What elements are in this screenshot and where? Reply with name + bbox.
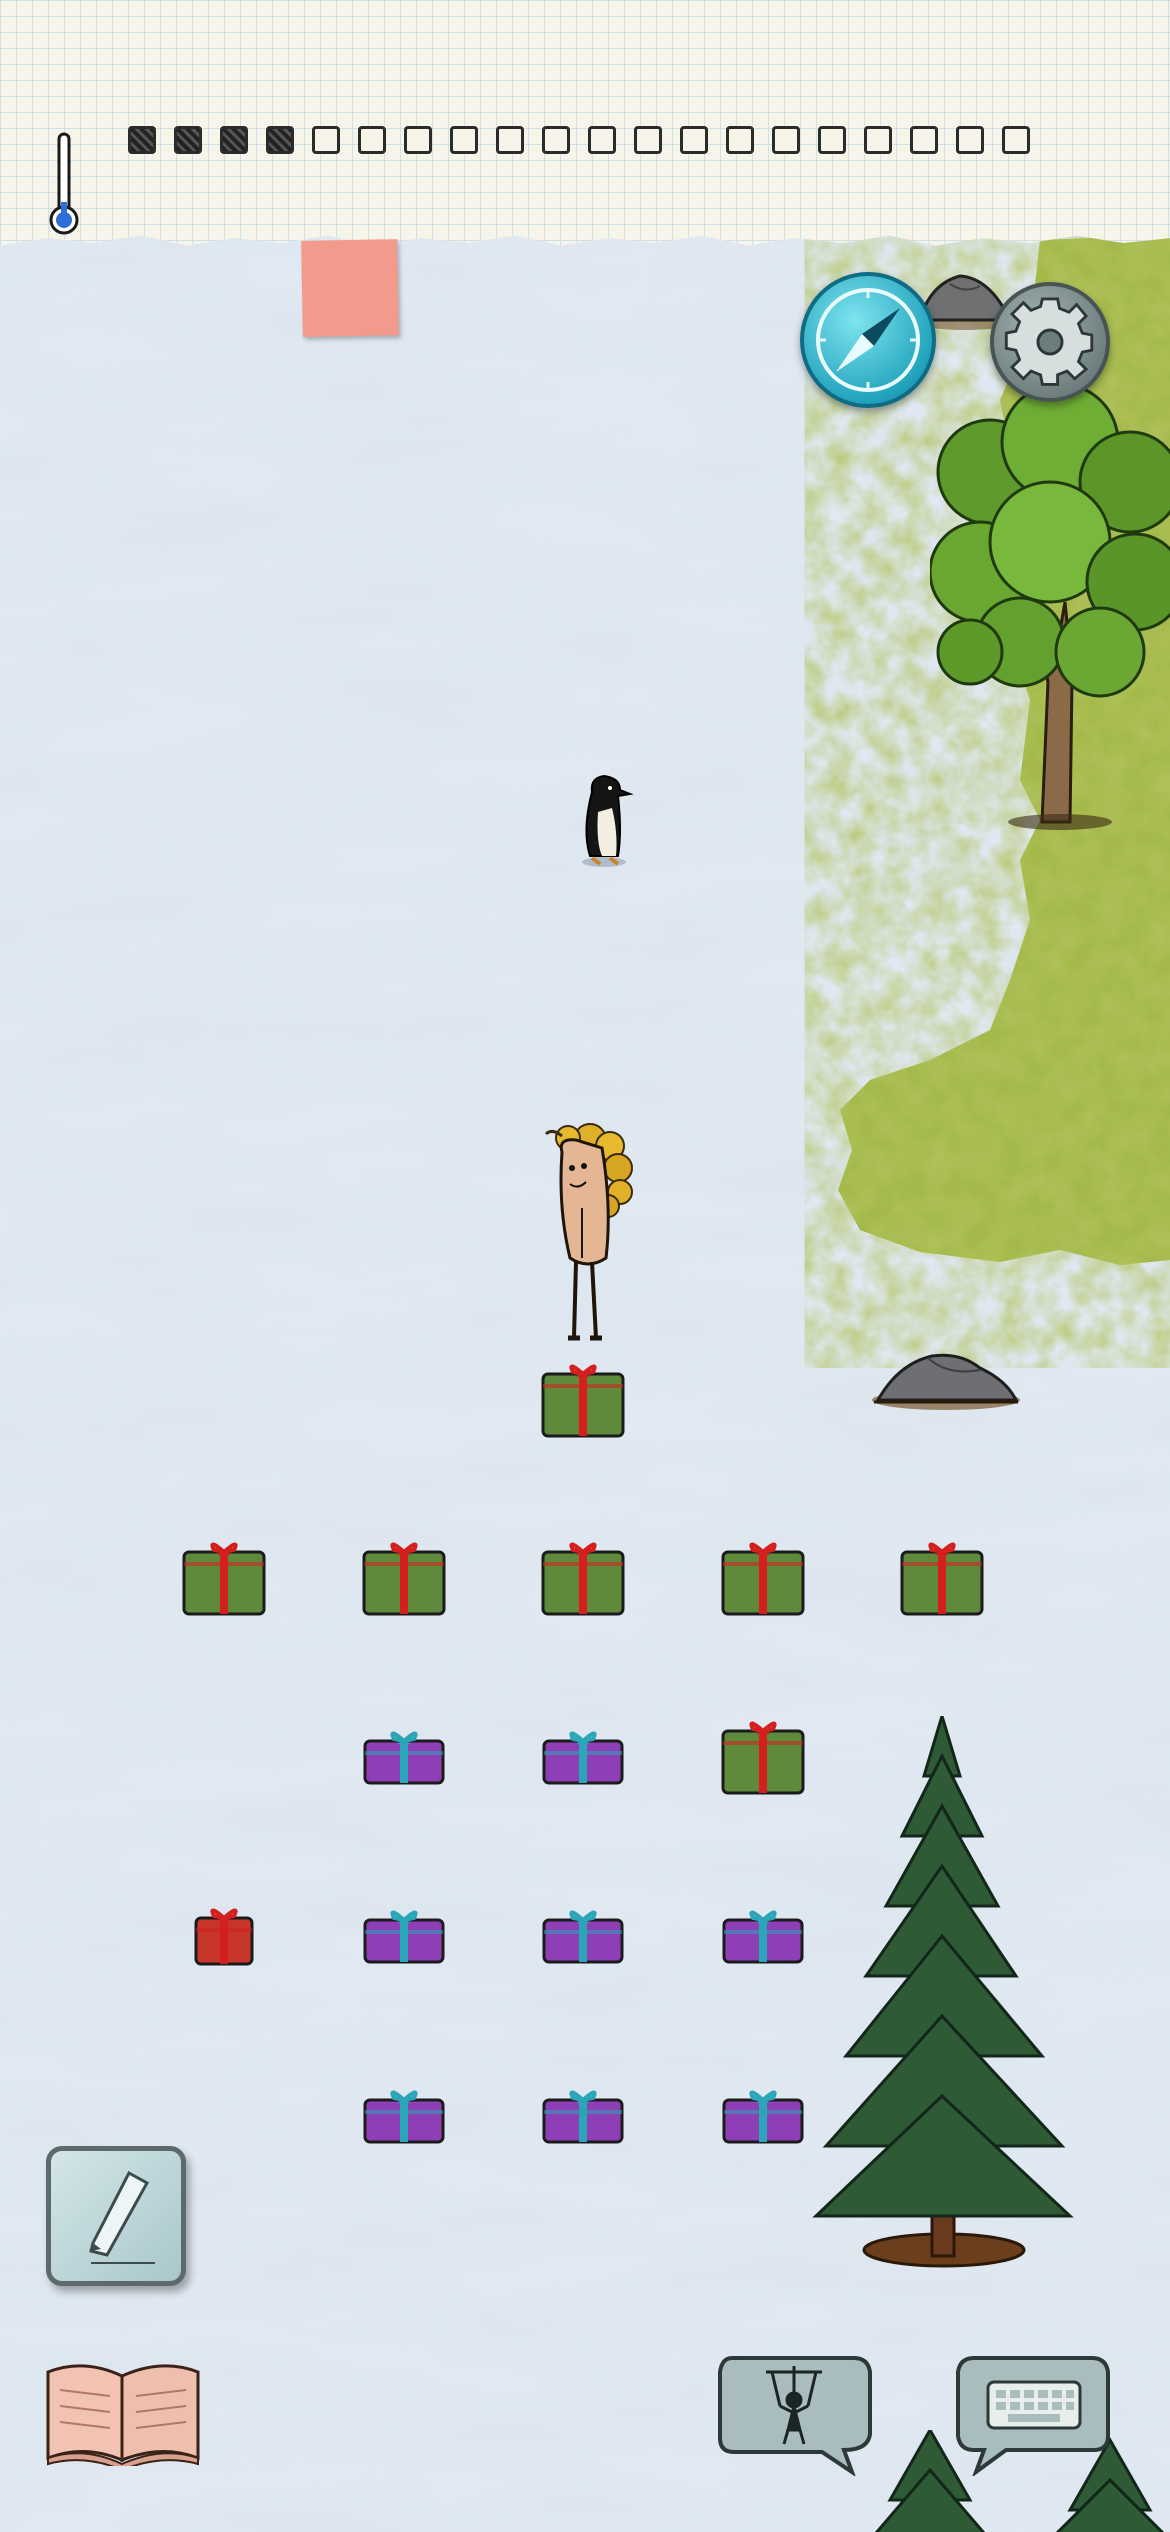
penguin[interactable] bbox=[572, 772, 634, 868]
gift-box-green[interactable] bbox=[898, 1540, 986, 1616]
pine-tree bbox=[812, 1716, 1074, 2268]
gift-box-purple[interactable] bbox=[720, 1908, 806, 1964]
progress-box-empty bbox=[542, 126, 570, 154]
settings-button[interactable] bbox=[990, 282, 1110, 402]
gift-box-green[interactable] bbox=[539, 1540, 627, 1616]
progress-box-empty bbox=[772, 126, 800, 154]
progress-box-empty bbox=[404, 126, 432, 154]
progress-box-empty bbox=[312, 126, 340, 154]
keyboard-icon bbox=[986, 2380, 1082, 2430]
sticky-note[interactable] bbox=[301, 239, 399, 337]
progress-box-empty bbox=[450, 126, 478, 154]
progress-box-empty bbox=[910, 126, 938, 154]
progress-box-empty bbox=[864, 126, 892, 154]
progress-box-empty bbox=[1002, 126, 1030, 154]
progress-tracker bbox=[128, 126, 1030, 154]
gift-box-red[interactable] bbox=[192, 1906, 256, 1966]
rock bbox=[872, 1353, 1020, 1410]
top-paper-hud bbox=[0, 0, 1170, 246]
gear-icon bbox=[1004, 297, 1094, 386]
edit-button[interactable] bbox=[46, 2146, 186, 2286]
gift-box-purple[interactable] bbox=[361, 2088, 447, 2144]
gift-box-purple[interactable] bbox=[540, 2088, 626, 2144]
gift-box-green[interactable] bbox=[719, 1719, 807, 1795]
open-book-icon bbox=[46, 2364, 200, 2466]
progress-box-filled bbox=[128, 126, 156, 154]
game-scene[interactable] bbox=[0, 0, 1170, 2532]
journal-button[interactable] bbox=[44, 2356, 202, 2466]
gift-box-green[interactable] bbox=[180, 1540, 268, 1616]
compass-button[interactable] bbox=[800, 272, 936, 408]
player-character[interactable] bbox=[528, 1118, 648, 1358]
gift-box-green[interactable] bbox=[539, 1362, 627, 1438]
gift-box-purple[interactable] bbox=[720, 2088, 806, 2144]
gift-box-purple[interactable] bbox=[540, 1908, 626, 1964]
gift-box-purple[interactable] bbox=[361, 1729, 447, 1785]
progress-box-empty bbox=[496, 126, 524, 154]
oak-tree bbox=[930, 382, 1170, 830]
puppet-button[interactable] bbox=[712, 2346, 878, 2476]
gift-box-purple[interactable] bbox=[540, 1729, 626, 1785]
progress-box-filled bbox=[266, 126, 294, 154]
progress-box-filled bbox=[220, 126, 248, 154]
progress-box-empty bbox=[956, 126, 984, 154]
gift-box-purple[interactable] bbox=[361, 1908, 447, 1964]
progress-box-empty bbox=[726, 126, 754, 154]
gift-box-green[interactable] bbox=[360, 1540, 448, 1616]
thermometer-icon bbox=[49, 132, 79, 235]
progress-box-empty bbox=[588, 126, 616, 154]
keyboard-button[interactable] bbox=[950, 2346, 1116, 2476]
progress-box-empty bbox=[680, 126, 708, 154]
gift-box-green[interactable] bbox=[719, 1540, 807, 1616]
progress-box-empty bbox=[634, 126, 662, 154]
progress-box-filled bbox=[174, 126, 202, 154]
pencil-icon bbox=[89, 2170, 155, 2264]
progress-box-empty bbox=[818, 126, 846, 154]
compass-icon bbox=[816, 288, 920, 392]
progress-box-empty bbox=[358, 126, 386, 154]
